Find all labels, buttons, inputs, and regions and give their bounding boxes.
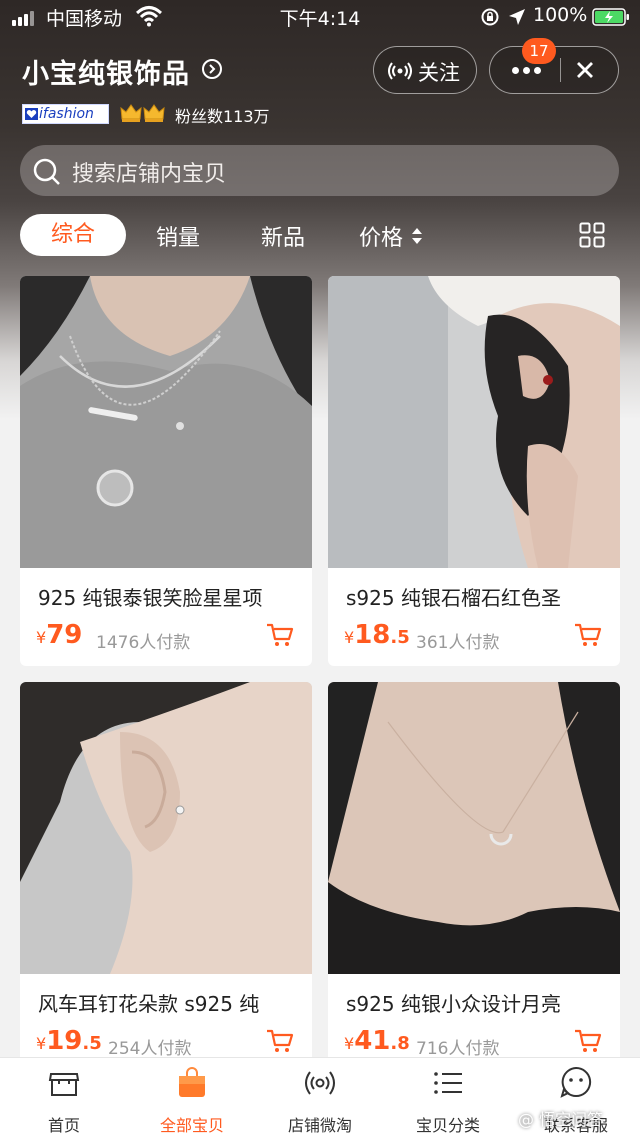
product-title[interactable]: 925 纯银泰银笑脸星星项 bbox=[38, 582, 304, 611]
sold-count: 361人付款 bbox=[416, 633, 500, 653]
add-to-cart-icon[interactable] bbox=[574, 1028, 602, 1054]
product-card[interactable]: s925 纯银小众设计月亮 ¥41.8 716人付款 bbox=[328, 682, 620, 1072]
tab-categories-label: 宝贝分类 bbox=[415, 1116, 480, 1135]
product-image-moon-necklace[interactable] bbox=[328, 682, 620, 974]
tab-home-label: 首页 bbox=[47, 1116, 80, 1135]
chat-face-icon bbox=[560, 1066, 592, 1098]
tab-comprehensive[interactable]: 综合 bbox=[20, 214, 126, 256]
product-card[interactable]: 风车耳钉花朵款 s925 纯 ¥19.5 254人付款 bbox=[20, 682, 312, 1072]
location-arrow-icon bbox=[509, 9, 525, 25]
heart-icon bbox=[25, 108, 38, 120]
product-price: ¥41.8 bbox=[344, 1026, 410, 1056]
sold-count: 254人付款 bbox=[108, 1039, 192, 1059]
status-bar: 中国移动 下午4:14 100% bbox=[0, 0, 640, 34]
search-input[interactable]: 搜索店铺内宝贝 bbox=[20, 145, 619, 196]
product-title[interactable]: s925 纯银石榴石红色圣 bbox=[346, 582, 612, 611]
tab-categories[interactable]: 宝贝分类 bbox=[384, 1058, 512, 1139]
battery-charging-icon bbox=[592, 8, 629, 26]
product-price: ¥19.5 bbox=[36, 1026, 102, 1056]
tab-weitao[interactable]: 店铺微淘 bbox=[256, 1058, 384, 1139]
chevron-right-circle-icon[interactable] bbox=[201, 58, 223, 80]
watermark: @ 悟空问答 bbox=[518, 1110, 604, 1129]
grid-view-icon[interactable] bbox=[579, 222, 605, 248]
tab-weitao-label: 店铺微淘 bbox=[287, 1116, 352, 1135]
broadcast-icon bbox=[305, 1071, 335, 1095]
rotation-lock-icon bbox=[481, 8, 499, 26]
product-image-necklace-smile[interactable] bbox=[20, 276, 312, 568]
sold-count: 716人付款 bbox=[416, 1039, 500, 1059]
tab-sales[interactable]: 销量 bbox=[156, 220, 200, 252]
product-image-red-earring[interactable] bbox=[328, 276, 620, 568]
crown-icon bbox=[143, 104, 165, 122]
search-icon bbox=[33, 158, 60, 185]
sort-updown-icon[interactable] bbox=[411, 226, 423, 246]
list-icon bbox=[434, 1072, 462, 1094]
storefront-icon bbox=[48, 1073, 80, 1096]
product-title[interactable]: s925 纯银小众设计月亮 bbox=[346, 988, 612, 1017]
product-card[interactable]: 925 纯银泰银笑脸星星项 ¥79 1476人付款 bbox=[20, 276, 312, 666]
shopping-bag-icon bbox=[179, 1067, 205, 1097]
capsule-divider bbox=[560, 58, 561, 82]
tab-all-items-label: 全部宝贝 bbox=[159, 1116, 224, 1135]
product-price: ¥79 bbox=[36, 620, 83, 650]
add-to-cart-icon[interactable] bbox=[266, 622, 294, 648]
add-to-cart-icon[interactable] bbox=[574, 622, 602, 648]
tab-home[interactable]: 首页 bbox=[0, 1058, 128, 1139]
crown-icon bbox=[120, 104, 142, 122]
shop-name[interactable]: 小宝纯银饰品 bbox=[22, 52, 190, 91]
product-title[interactable]: 风车耳钉花朵款 s925 纯 bbox=[38, 988, 304, 1017]
product-card[interactable]: s925 纯银石榴石红色圣 ¥18.5 361人付款 bbox=[328, 276, 620, 666]
tab-price[interactable]: 价格 bbox=[359, 220, 403, 252]
tab-new[interactable]: 新品 bbox=[261, 220, 305, 252]
broadcast-icon bbox=[388, 62, 412, 80]
product-image-pinwheel-earring[interactable] bbox=[20, 682, 312, 974]
fans-count: 粉丝数113万 bbox=[175, 107, 270, 126]
ifashion-badge: ifashion bbox=[22, 104, 109, 124]
battery-percent: 100% bbox=[533, 4, 588, 26]
follow-label: 关注 bbox=[418, 61, 460, 85]
ifashion-label: ifashion bbox=[39, 106, 94, 122]
tab-all-items[interactable]: 全部宝贝 bbox=[128, 1058, 256, 1139]
search-placeholder: 搜索店铺内宝贝 bbox=[72, 162, 227, 187]
sold-count: 1476人付款 bbox=[96, 633, 191, 653]
product-price: ¥18.5 bbox=[344, 620, 410, 650]
add-to-cart-icon[interactable] bbox=[266, 1028, 294, 1054]
notification-badge: 17 bbox=[522, 38, 556, 64]
follow-button[interactable]: 关注 bbox=[373, 46, 477, 94]
close-icon[interactable] bbox=[573, 58, 597, 82]
